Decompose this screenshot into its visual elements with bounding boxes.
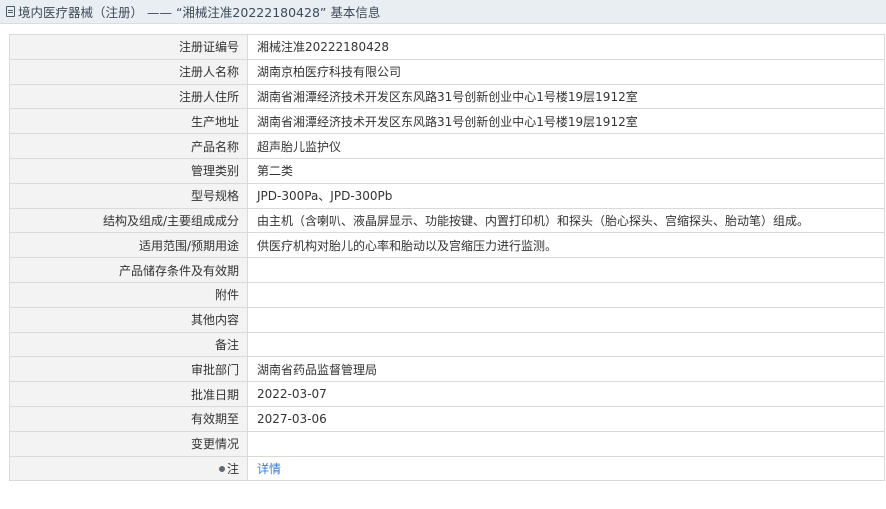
row-label: 有效期至 bbox=[9, 405, 248, 432]
row-label: 注册人名称 bbox=[9, 58, 248, 85]
table-row: 产品储存条件及有效期 bbox=[9, 257, 885, 283]
row-label: 管理类别 bbox=[9, 157, 248, 184]
pin-icon bbox=[218, 465, 225, 472]
document-icon bbox=[6, 6, 15, 17]
row-value: JPD-300Pa、JPD-300Pb bbox=[247, 182, 885, 209]
note-value-cell: 详情 bbox=[247, 455, 885, 482]
table-row: 型号规格 JPD-300Pa、JPD-300Pb bbox=[9, 182, 885, 209]
table-row: 审批部门 湖南省药品监督管理局 bbox=[9, 356, 885, 383]
page-header: 境内医疗器械（注册） —— “湘械注准20222180428” 基本信息 bbox=[0, 0, 886, 24]
table-row: 其他内容 bbox=[9, 306, 885, 333]
row-value bbox=[247, 331, 885, 358]
row-value bbox=[247, 430, 885, 457]
row-value: 湖南省湘潭经济技术开发区东风路31号创新创业中心1号楼19层1912室 bbox=[247, 108, 885, 135]
row-value bbox=[247, 257, 885, 283]
table-row: 批准日期 2022-03-07 bbox=[9, 381, 885, 407]
row-label: 附件 bbox=[9, 281, 248, 308]
detail-link[interactable]: 详情 bbox=[257, 462, 281, 476]
row-value bbox=[247, 306, 885, 333]
row-value: 湖南省湘潭经济技术开发区东风路31号创新创业中心1号楼19层1912室 bbox=[247, 83, 885, 110]
info-table: 注册证编号 湘械注准20222180428 注册人名称 湖南京柏医疗科技有限公司… bbox=[9, 34, 885, 482]
table-row: 注册人名称 湖南京柏医疗科技有限公司 bbox=[9, 58, 885, 85]
note-row: 注 详情 bbox=[9, 455, 885, 482]
table-row: 适用范围/预期用途 供医疗机构对胎儿的心率和胎动以及宫缩压力进行监测。 bbox=[9, 232, 885, 259]
row-value: 湖南省药品监督管理局 bbox=[247, 356, 885, 383]
row-value: 湘械注准20222180428 bbox=[247, 34, 885, 60]
table-row: 注册人住所 湖南省湘潭经济技术开发区东风路31号创新创业中心1号楼19层1912… bbox=[9, 83, 885, 110]
row-label: 结构及组成/主要组成成分 bbox=[9, 207, 248, 234]
table-row: 附件 bbox=[9, 281, 885, 308]
row-value bbox=[247, 281, 885, 308]
page-title: 境内医疗器械（注册） —— “湘械注准20222180428” 基本信息 bbox=[18, 5, 381, 20]
row-value: 湖南京柏医疗科技有限公司 bbox=[247, 58, 885, 85]
row-value: 供医疗机构对胎儿的心率和胎动以及宫缩压力进行监测。 bbox=[247, 232, 885, 259]
note-label-cell: 注 bbox=[9, 455, 248, 482]
table-row: 备注 bbox=[9, 331, 885, 358]
row-value: 2027-03-06 bbox=[247, 405, 885, 432]
row-value: 超声胎儿监护仪 bbox=[247, 133, 885, 159]
row-label: 其他内容 bbox=[9, 306, 248, 333]
row-label: 适用范围/预期用途 bbox=[9, 232, 248, 259]
row-label: 变更情况 bbox=[9, 430, 248, 457]
row-label: 批准日期 bbox=[9, 381, 248, 407]
table-row: 有效期至 2027-03-06 bbox=[9, 405, 885, 432]
row-value: 2022-03-07 bbox=[247, 381, 885, 407]
note-label: 注 bbox=[226, 461, 239, 476]
row-label: 型号规格 bbox=[9, 182, 248, 209]
row-label: 产品名称 bbox=[9, 133, 248, 159]
table-row: 产品名称 超声胎儿监护仪 bbox=[9, 133, 885, 159]
row-label: 注册证编号 bbox=[9, 34, 248, 60]
row-label: 审批部门 bbox=[9, 356, 248, 383]
row-label: 产品储存条件及有效期 bbox=[9, 257, 248, 283]
table-row: 管理类别 第二类 bbox=[9, 157, 885, 184]
row-value: 由主机（含喇叭、液晶屏显示、功能按键、内置打印机）和探头（胎心探头、宫缩探头、胎… bbox=[247, 207, 885, 234]
row-label: 注册人住所 bbox=[9, 83, 248, 110]
table-row: 注册证编号 湘械注准20222180428 bbox=[9, 34, 885, 60]
row-label: 生产地址 bbox=[9, 108, 248, 135]
row-label: 备注 bbox=[9, 331, 248, 358]
table-row: 结构及组成/主要组成成分 由主机（含喇叭、液晶屏显示、功能按键、内置打印机）和探… bbox=[9, 207, 885, 234]
table-row: 生产地址 湖南省湘潭经济技术开发区东风路31号创新创业中心1号楼19层1912室 bbox=[9, 108, 885, 135]
table-row: 变更情况 bbox=[9, 430, 885, 457]
row-value: 第二类 bbox=[247, 157, 885, 184]
